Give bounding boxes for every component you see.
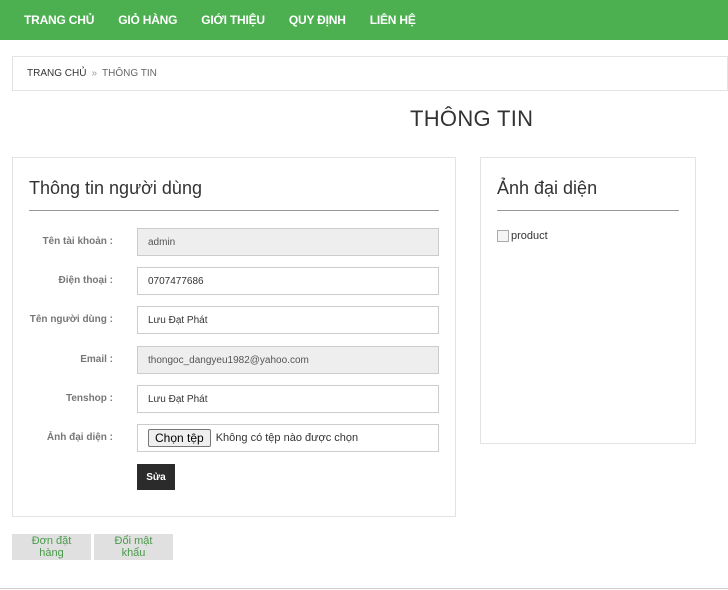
fullname-row: Tên người dùng :: [13, 306, 457, 334]
tenshop-label: Tenshop :: [65, 393, 113, 404]
broken-image-icon: [497, 230, 509, 242]
nav-about-link[interactable]: GIỚI THIỆU: [201, 13, 265, 27]
avatar-file-input[interactable]: Chọn tệp Không có tệp nào được chọn: [137, 424, 439, 452]
avatar-panel: Ảnh đại diện product: [480, 157, 696, 444]
choose-file-button[interactable]: Chọn tệp: [148, 429, 211, 447]
nav-contact-link[interactable]: LIÊN HỆ: [370, 13, 416, 27]
nav-cart-link[interactable]: GIỎ HÀNG: [118, 13, 177, 27]
phone-label: Điện thoại :: [58, 275, 113, 286]
change-password-button[interactable]: Đổi mật khẩu: [94, 534, 173, 560]
email-field[interactable]: [137, 346, 439, 374]
avatar-image-alt: product: [511, 230, 548, 242]
edit-submit-button[interactable]: Sửa: [137, 464, 175, 490]
user-info-panel: Thông tin người dùng Tên tài khoản : Điệ…: [12, 157, 456, 517]
breadcrumb-home-link[interactable]: TRANG CHỦ: [27, 68, 86, 79]
top-navbar: TRANG CHỦ GIỎ HÀNG GIỚI THIỆU QUY ĐỊNH L…: [0, 0, 728, 40]
footer-divider: [0, 588, 728, 589]
breadcrumb-separator: »: [91, 68, 98, 79]
fullname-field[interactable]: [137, 306, 439, 334]
email-label: Email :: [80, 354, 113, 365]
breadcrumb: TRANG CHỦ » THÔNG TIN: [12, 56, 728, 91]
avatar-upload-row: Ảnh đại diện : Chọn tệp Không có tệp nào…: [13, 424, 457, 452]
orders-button[interactable]: Đơn đặt hàng: [12, 534, 91, 560]
tenshop-row: Tenshop :: [13, 385, 457, 413]
avatar-image: product: [497, 230, 548, 242]
nav-rules-link[interactable]: QUY ĐỊNH: [289, 13, 346, 27]
username-field[interactable]: [137, 228, 439, 256]
breadcrumb-current: THÔNG TIN: [102, 68, 157, 79]
file-status-text: Không có tệp nào được chọn: [215, 432, 359, 444]
page-title: THÔNG TIN: [410, 106, 534, 131]
fullname-label: Tên người dùng :: [29, 314, 113, 325]
avatar-upload-label: Ảnh đại diện :: [46, 432, 113, 443]
username-label: Tên tài khoản :: [42, 236, 113, 247]
user-info-heading: Thông tin người dùng: [29, 178, 439, 211]
nav-home-link[interactable]: TRANG CHỦ: [24, 13, 94, 27]
email-row: Email :: [13, 346, 457, 374]
phone-row: Điện thoại :: [13, 267, 457, 295]
tenshop-field[interactable]: [137, 385, 439, 413]
phone-field[interactable]: [137, 267, 439, 295]
username-row: Tên tài khoản :: [13, 228, 457, 256]
avatar-heading: Ảnh đại diện: [497, 178, 679, 211]
